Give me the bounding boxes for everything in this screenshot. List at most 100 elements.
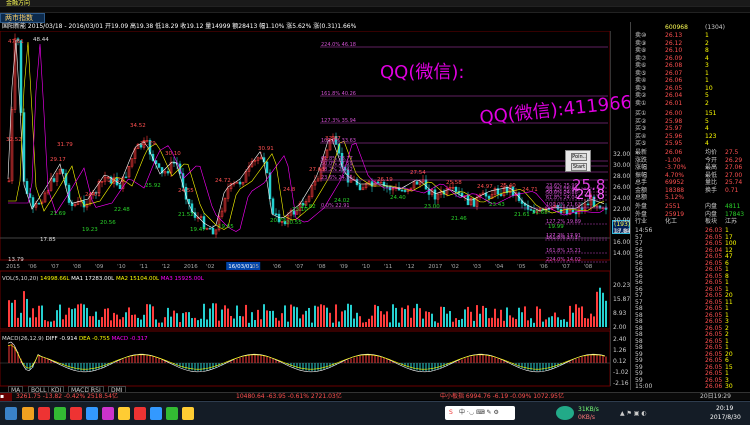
volume-bar bbox=[326, 307, 328, 327]
app-icon-5[interactable] bbox=[102, 407, 114, 420]
y-axis-label: 28.00 bbox=[613, 173, 631, 180]
sell-level-cell: 卖⑥ bbox=[635, 62, 647, 69]
start-button[interactable]: Start bbox=[571, 163, 587, 171]
buy-level-cell: 买② bbox=[635, 117, 647, 125]
app-icon-1[interactable] bbox=[38, 407, 50, 420]
explorer-icon[interactable] bbox=[22, 407, 34, 420]
sell-level-cell: 卖⑧ bbox=[635, 47, 647, 54]
price-label: 24.97 bbox=[477, 184, 493, 190]
buy-level-cell: 买⑤ bbox=[635, 140, 647, 147]
app-icon-3[interactable] bbox=[70, 407, 82, 420]
app-icon-2[interactable] bbox=[54, 407, 66, 420]
x-axis-label: '12 bbox=[162, 264, 171, 270]
fib-label: 161.8% 15.21 bbox=[546, 248, 581, 254]
volume-bar bbox=[428, 312, 430, 327]
volume-bar bbox=[248, 322, 250, 327]
candle-body bbox=[403, 190, 407, 192]
volume-bar bbox=[317, 306, 319, 327]
candle-body bbox=[454, 186, 458, 192]
buy-level-cell: 买① bbox=[635, 110, 647, 117]
buy-level: 买⑤ 25.95 4 bbox=[635, 140, 747, 147]
price-label: 24.72 bbox=[215, 178, 231, 184]
volume-bar bbox=[518, 307, 520, 327]
volume-bar bbox=[425, 311, 427, 327]
volume-bar bbox=[287, 321, 289, 327]
volume-bar bbox=[158, 322, 160, 327]
volume-bar bbox=[32, 308, 34, 327]
volume-bar bbox=[218, 320, 220, 327]
sell-level-cell: 26.04 bbox=[665, 92, 683, 99]
ime-s-icon: S bbox=[449, 409, 453, 416]
price-label: 26.21 bbox=[108, 178, 124, 184]
qq-watermark-line1: QQ(微信): bbox=[380, 62, 465, 83]
volume-bar bbox=[488, 318, 490, 327]
app-icon-9[interactable] bbox=[166, 407, 178, 420]
sell-level-cell: 26.08 bbox=[665, 62, 683, 69]
buy-level: 买② 25.98 5 bbox=[635, 118, 747, 125]
volume-bar bbox=[362, 322, 364, 327]
candle-body bbox=[52, 178, 56, 182]
sell-level-cell: 1 bbox=[705, 32, 709, 39]
volume-bar bbox=[332, 322, 334, 327]
status-clock: 20日19:29 bbox=[700, 393, 731, 400]
volume-bar bbox=[263, 304, 265, 327]
y-axis-label: 24.00 bbox=[613, 195, 631, 202]
app-icon-6[interactable] bbox=[118, 407, 130, 420]
price-label: 20.79 bbox=[270, 218, 286, 224]
buy-level-cell: 25.96 bbox=[665, 132, 683, 140]
net-down: 0KB/s bbox=[578, 414, 596, 421]
y-axis-label: 18.00 bbox=[613, 228, 631, 235]
volume-bar bbox=[497, 318, 499, 327]
volume-bar bbox=[305, 310, 307, 327]
point-button[interactable]: Poin.. bbox=[571, 153, 587, 161]
net-monitor-icon[interactable] bbox=[556, 406, 574, 420]
volume-bar bbox=[587, 318, 589, 327]
volume-bar bbox=[185, 312, 187, 327]
price-label: 24.8 bbox=[283, 187, 296, 193]
sell-level-cell: 10 bbox=[705, 84, 713, 92]
price-label: 30.91 bbox=[258, 146, 274, 152]
volume-bar bbox=[38, 305, 40, 327]
candle-body bbox=[388, 186, 392, 191]
candle-body bbox=[571, 209, 575, 213]
stat-row-cell: 金额 bbox=[635, 186, 648, 194]
windows-taskbar: S 中 ·◡ ⌨ ✎ ⚙ 31KB/s 0KB/s ▲ ⚑ ▣ ◐ 20:19 … bbox=[0, 401, 750, 425]
macd-panel bbox=[0, 341, 610, 373]
volume-bar bbox=[170, 316, 172, 327]
stat-row-cell: 涨幅 bbox=[635, 164, 648, 171]
app-icon-7[interactable] bbox=[134, 407, 146, 420]
price-label: 22.48 bbox=[114, 207, 130, 213]
volume-bar bbox=[245, 304, 247, 327]
inout-row-cell: 外盘 bbox=[635, 203, 648, 210]
macd-axis-label: 1.26 bbox=[613, 347, 627, 354]
taskbar-time: 20:19 bbox=[716, 405, 734, 412]
sell-level-cell: 1 bbox=[705, 77, 709, 84]
app-icon-8[interactable] bbox=[150, 407, 162, 420]
price-label: 31.79 bbox=[140, 141, 156, 147]
candle-body bbox=[31, 197, 35, 208]
volume-bar bbox=[308, 307, 310, 327]
x-axis-label: '09 bbox=[339, 264, 348, 270]
sell-level-cell: 2 bbox=[705, 99, 709, 107]
volume-bar bbox=[575, 304, 577, 327]
volume-bar bbox=[251, 312, 253, 327]
buy-level-cell: 4 bbox=[705, 125, 709, 132]
volume-bar bbox=[104, 308, 106, 327]
tray-icons[interactable]: ▲ ⚑ ▣ ◐ bbox=[620, 410, 647, 417]
candle-body bbox=[574, 211, 578, 215]
volume-bar bbox=[491, 317, 493, 327]
index-status-bar: ▪ 3261.75 -13.82 -0.42% 2518.54亿 10480.6… bbox=[0, 392, 750, 401]
x-axis-label: '07 bbox=[50, 264, 59, 270]
tab-market-index[interactable]: 两市指数 bbox=[0, 13, 45, 23]
x-axis-label: 2016 bbox=[184, 264, 198, 270]
input-method-bar[interactable]: S 中 ·◡ ⌨ ✎ ⚙ bbox=[445, 406, 515, 420]
start-icon[interactable] bbox=[5, 407, 17, 420]
app-icon-4[interactable] bbox=[86, 407, 98, 420]
buy-level-cell: 123 bbox=[705, 132, 717, 140]
x-axis-label: '07 bbox=[562, 264, 571, 270]
sell-level-cell: 26.10 bbox=[665, 47, 683, 54]
volume-bar bbox=[59, 304, 61, 327]
app-icon-10[interactable] bbox=[182, 407, 194, 420]
price-label: 32.52 bbox=[6, 137, 22, 143]
inout-row-cell: 25919 bbox=[665, 210, 685, 218]
